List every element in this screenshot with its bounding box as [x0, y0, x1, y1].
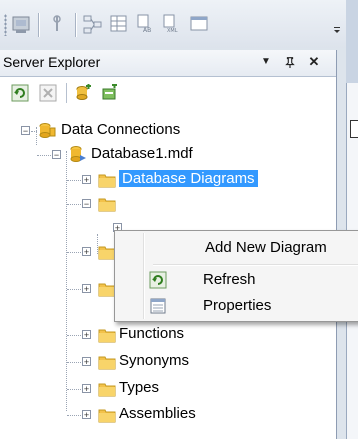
grid-icon[interactable]: [108, 13, 130, 35]
window-icon[interactable]: [188, 13, 210, 35]
menu-separator: [153, 264, 358, 266]
expand-icon[interactable]: +: [82, 284, 91, 294]
collapse-icon[interactable]: −: [52, 150, 61, 160]
expand-icon[interactable]: +: [82, 384, 91, 394]
expand-icon[interactable]: +: [82, 357, 91, 367]
server-explorer-icon[interactable]: [10, 13, 32, 35]
context-menu: Add New Diagram Refresh Properties: [114, 230, 358, 322]
svg-text:XML: XML: [167, 28, 178, 34]
folder-icon: [98, 196, 116, 212]
toolbar-separator: [38, 13, 40, 37]
folder-icon: [98, 381, 116, 397]
tree-node-types[interactable]: + Types: [0, 378, 336, 400]
toolbar-separator: [75, 13, 77, 37]
server-explorer-title-bar: Server Explorer ▼ ✕: [0, 50, 336, 77]
tree-node-label: Database Diagrams: [119, 170, 258, 187]
tree-node-label: Data Connections: [61, 121, 181, 138]
tree-node-functions[interactable]: + Functions: [0, 324, 336, 346]
tree-connector: [67, 252, 81, 253]
expand-icon[interactable]: +: [82, 247, 91, 257]
menu-item-label: Add New Diagram: [205, 239, 327, 256]
document-edge: [350, 120, 358, 138]
tree-connector: [67, 289, 81, 290]
tree-node-label: Types: [119, 379, 160, 396]
folder-icon: [98, 407, 116, 423]
tree-connector: [67, 362, 81, 363]
class-diagram-icon[interactable]: [82, 13, 104, 35]
xml-icon[interactable]: AB: [134, 13, 156, 35]
toolbar-separator: [66, 83, 67, 103]
collapse-icon[interactable]: −: [82, 199, 91, 209]
tree-node-tables[interactable]: −: [0, 193, 336, 215]
tree-connector: [67, 335, 81, 336]
tree-node-label: Synonyms: [119, 352, 190, 369]
tree-node-label: Functions: [119, 325, 185, 342]
main-toolbar: AB XML: [0, 0, 346, 48]
property-icon[interactable]: [46, 13, 68, 35]
tree-node-database-diagrams[interactable]: + Database Diagrams: [0, 169, 336, 191]
server-explorer-toolbar: [0, 77, 336, 107]
tree-node-assemblies[interactable]: + Assemblies: [0, 404, 336, 426]
toolbar-overflow-chevron-icon[interactable]: [331, 13, 343, 37]
tree-connector: [67, 415, 81, 416]
menu-item-label: Properties: [203, 297, 272, 314]
expand-icon[interactable]: +: [82, 330, 91, 340]
menu-item-label: Refresh: [203, 271, 256, 288]
tree-node-label: Database1.mdf: [91, 145, 193, 162]
pane-options-chevron-icon[interactable]: ▼: [257, 52, 275, 72]
refresh-icon: [149, 271, 167, 289]
collapse-icon[interactable]: −: [21, 126, 30, 136]
menu-item-properties[interactable]: Properties: [117, 293, 358, 319]
expand-icon[interactable]: +: [82, 410, 91, 420]
tree-connector: [67, 389, 81, 390]
tree-node-synonyms[interactable]: + Synonyms: [0, 351, 336, 373]
menu-item-refresh[interactable]: Refresh: [117, 267, 358, 293]
close-icon[interactable]: ✕: [305, 52, 323, 72]
tree-connector: [67, 180, 81, 181]
xml-schema-icon[interactable]: XML: [160, 13, 182, 35]
tree-node-database[interactable]: − Database1.mdf: [0, 144, 336, 166]
tree-node-data-connections[interactable]: − Data Connections: [0, 120, 336, 142]
menu-item-add-new-diagram[interactable]: Add New Diagram: [117, 235, 358, 261]
folder-icon: [98, 327, 116, 343]
data-connections-icon: [38, 122, 56, 138]
pin-icon[interactable]: [281, 52, 299, 72]
tree-node-label: Assemblies: [119, 405, 196, 422]
svg-text:AB: AB: [143, 27, 151, 34]
toolbar-grip[interactable]: [4, 14, 7, 36]
database-icon: [69, 146, 87, 162]
pane-title: Server Explorer: [3, 54, 101, 70]
properties-icon: [149, 297, 167, 315]
tree-connector: [37, 155, 51, 156]
expand-icon[interactable]: +: [82, 175, 91, 185]
folder-icon: [98, 172, 116, 188]
folder-icon: [98, 354, 116, 370]
stop-icon[interactable]: [39, 84, 57, 102]
refresh-icon[interactable]: [11, 84, 29, 102]
connect-to-database-icon[interactable]: [74, 84, 92, 102]
connect-to-server-icon[interactable]: [100, 84, 118, 102]
tree-connector: [31, 131, 37, 132]
tree-connector: [67, 204, 81, 205]
